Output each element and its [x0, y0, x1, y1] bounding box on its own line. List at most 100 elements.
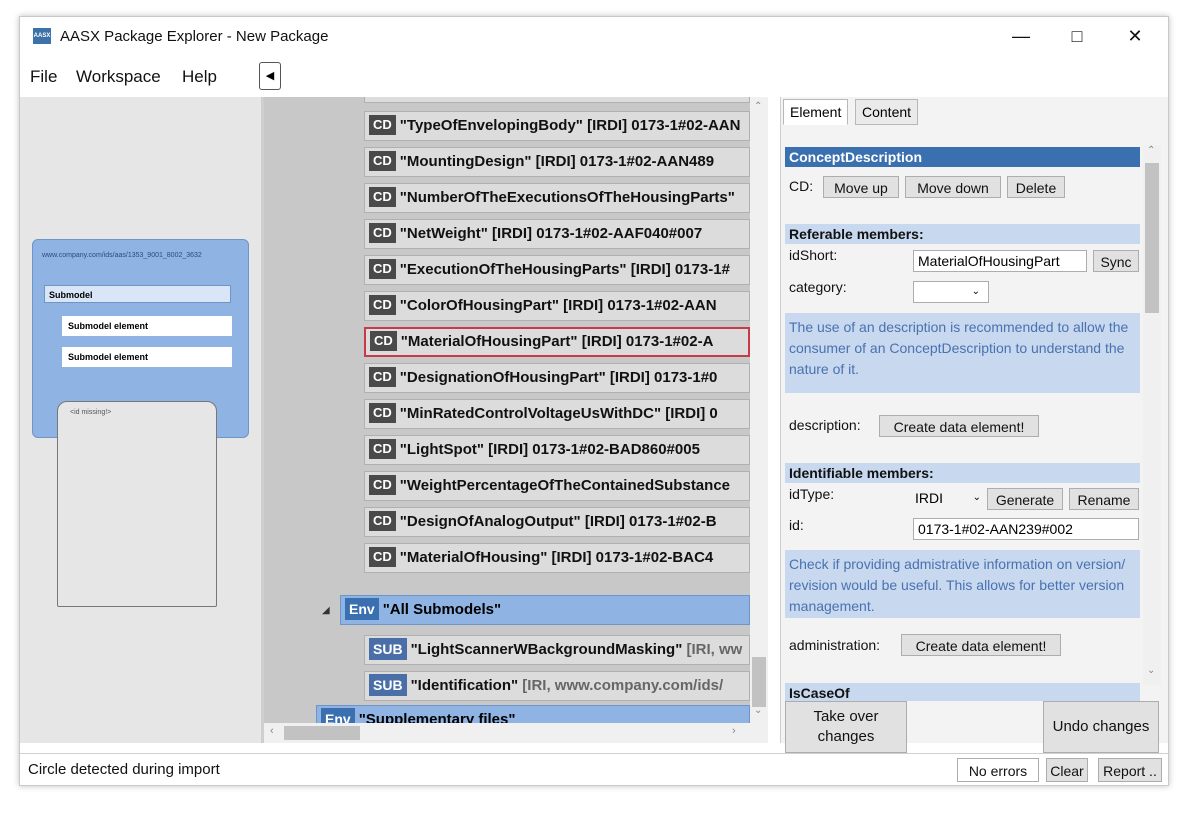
tree-item-concept-description-selected[interactable]: CD "MaterialOfHousingPart" [IRDI] 0173-1#…	[364, 327, 750, 357]
scroll-up-icon[interactable]: ⌃	[1147, 145, 1155, 156]
idshort-label: idShort:	[789, 247, 838, 263]
tree-item-detail: [IRI, ww	[686, 641, 743, 658]
tree-item-concept-description[interactable]: CD "TypeOfEnvelopingBody" [IRDI] 0173-1#0…	[364, 111, 750, 141]
expand-arrow-icon[interactable]: ◢	[322, 605, 330, 616]
generate-button[interactable]: Generate	[987, 488, 1063, 510]
idtype-select[interactable]: IRDI ⌄	[911, 488, 985, 510]
menu-bar: File Workspace Help	[20, 59, 1168, 91]
cd-tag: CD	[369, 115, 396, 136]
cd-label: CD:	[789, 178, 814, 194]
chevron-down-icon: ⌄	[971, 286, 980, 297]
move-up-button[interactable]: Move up	[823, 176, 899, 198]
undo-changes-button[interactable]: Undo changes	[1043, 701, 1159, 753]
sub-tag: SUB	[369, 674, 407, 697]
menu-help[interactable]: Help	[182, 67, 217, 87]
scroll-down-icon[interactable]: ⌄	[754, 705, 762, 716]
tree-item-label: "TypeOfEnvelopingBody" [IRDI] 0173-1#02-…	[399, 117, 741, 134]
category-select[interactable]: ⌄	[913, 281, 989, 303]
tree-item-concept-description[interactable]: CD "MaterialOfHousing" [IRDI] 0173-1#02-B…	[364, 543, 750, 573]
scroll-down-icon[interactable]: ⌄	[1147, 665, 1155, 676]
category-label: category:	[789, 279, 847, 295]
clear-button[interactable]: Clear	[1046, 758, 1088, 782]
iscaseof-header: IsCaseOf	[785, 683, 1140, 701]
tree-item-label: "MaterialOfHousingPart" [IRDI] 0173-1#02…	[400, 333, 714, 350]
submodel-element-box[interactable]: Submodel element	[62, 347, 232, 367]
tab-element[interactable]: Element	[783, 99, 849, 125]
tree-item-concept-description[interactable]: CD "MinRatedControlVoltageUsWithDC" [IRDI…	[364, 399, 750, 429]
report-button[interactable]: Report ..	[1098, 758, 1162, 782]
aas-visual-panel: www.company.com/ids/aas/1353_9001_8002_3…	[20, 97, 261, 743]
submodel-element-box[interactable]: Submodel element	[62, 316, 232, 336]
move-down-button[interactable]: Move down	[905, 176, 1001, 198]
tree-item-submodel[interactable]: SUB "Identification" [IRI, www.company.co…	[364, 671, 750, 701]
chevron-down-icon: ⌄	[972, 492, 981, 503]
cd-tag: CD	[369, 475, 396, 496]
idtype-label: idType:	[789, 486, 835, 502]
maximize-button[interactable]: □	[1054, 21, 1100, 51]
aas-url: www.company.com/ids/aas/1353_9001_8002_3…	[42, 252, 202, 259]
tree-item-partial[interactable]	[364, 97, 750, 103]
cd-tag: CD	[369, 295, 396, 316]
rename-button[interactable]: Rename	[1069, 488, 1139, 510]
status-bar: Circle detected during import No errors …	[20, 753, 1168, 785]
tree-item-label: "Identification"	[410, 677, 519, 694]
tree-item-label: "WeightPercentageOfTheContainedSubstance	[399, 477, 731, 494]
tree-item-concept-description[interactable]: CD "DesignationOfHousingPart" [IRDI] 0173…	[364, 363, 750, 393]
tree-item-label: "LightScannerWBackgroundMasking"	[410, 641, 683, 658]
id-field[interactable]: 0173-1#02-AAN239#002	[913, 518, 1139, 540]
sub-tag: SUB	[369, 638, 407, 661]
scroll-thumb[interactable]	[752, 657, 766, 707]
editor-vertical-scrollbar[interactable]: ⌃ ⌄	[1143, 145, 1161, 685]
tree-item-concept-description[interactable]: CD "MountingDesign" [IRDI] 0173-1#02-AAN4…	[364, 147, 750, 177]
package-tree: CD "TypeOfEnvelopingBody" [IRDI] 0173-1#0…	[264, 97, 750, 743]
tree-item-env-submodels[interactable]: Env "All Submodels"	[340, 595, 750, 625]
app-logo-icon: AASX	[33, 28, 51, 44]
tree-item-concept-description[interactable]: CD "ExecutionOfTheHousingParts" [IRDI] 01…	[364, 255, 750, 285]
idtype-value: IRDI	[915, 490, 943, 506]
tree-item-submodel[interactable]: SUB "LightScannerWBackgroundMasking" [IRI…	[364, 635, 750, 665]
tree-item-concept-description[interactable]: CD "DesignOfAnalogOutput" [IRDI] 0173-1#0…	[364, 507, 750, 537]
tree-item-label: "NetWeight" [IRDI] 0173-1#02-AAF040#007	[399, 225, 703, 242]
minimize-button[interactable]: —	[998, 21, 1044, 51]
tree-item-concept-description[interactable]: CD "WeightPercentageOfTheContainedSubstan…	[364, 471, 750, 501]
tree-item-concept-description[interactable]: CD "LightSpot" [IRDI] 0173-1#02-BAD860#00…	[364, 435, 750, 465]
cd-tag: CD	[369, 187, 396, 208]
asset-box[interactable]	[57, 401, 217, 607]
cd-tag: CD	[369, 223, 396, 244]
scroll-up-icon[interactable]: ⌃	[754, 101, 762, 112]
tab-content[interactable]: Content	[855, 99, 919, 125]
scroll-thumb[interactable]	[1145, 163, 1159, 313]
create-administration-button[interactable]: Create data element!	[901, 634, 1061, 656]
tree-vertical-scrollbar[interactable]: ⌃ ⌄	[750, 97, 768, 743]
title-bar: AASX AASX Package Explorer - New Package…	[20, 17, 1168, 55]
error-count: No errors	[957, 758, 1039, 782]
submodel-box[interactable]: Submodel	[44, 285, 231, 303]
tree-item-detail: [IRI, www.company.com/ids/	[522, 677, 724, 694]
tree-horizontal-scrollbar[interactable]: ‹ ›	[264, 723, 750, 743]
administration-label: administration:	[789, 637, 881, 653]
collapse-panel-button[interactable]: ◀	[259, 62, 281, 90]
tree-item-concept-description[interactable]: CD "NumberOfTheExecutionsOfTheHousingPart…	[364, 183, 750, 213]
hscroll-thumb[interactable]	[284, 726, 360, 740]
tree-item-label: "ColorOfHousingPart" [IRDI] 0173-1#02-AA…	[399, 297, 717, 314]
cd-tag: CD	[369, 367, 396, 388]
delete-button[interactable]: Delete	[1007, 176, 1065, 198]
tree-item-label: "LightSpot" [IRDI] 0173-1#02-BAD860#005	[399, 441, 700, 458]
sync-button[interactable]: Sync	[1093, 250, 1139, 272]
description-label: description:	[789, 417, 861, 433]
scroll-right-icon[interactable]: ›	[732, 725, 736, 737]
menu-workspace[interactable]: Workspace	[76, 67, 161, 87]
menu-file[interactable]: File	[30, 67, 57, 87]
idshort-field[interactable]: MaterialOfHousingPart	[913, 250, 1087, 272]
take-over-changes-button[interactable]: Take over changes	[785, 701, 907, 753]
tree-item-concept-description[interactable]: CD "ColorOfHousingPart" [IRDI] 0173-1#02-…	[364, 291, 750, 321]
tree-item-label: "ExecutionOfTheHousingParts" [IRDI] 0173…	[399, 261, 730, 278]
cd-tag: CD	[369, 547, 396, 568]
referable-members-header: Referable members:	[785, 224, 1140, 244]
tree-item-concept-description[interactable]: CD "NetWeight" [IRDI] 0173-1#02-AAF040#00…	[364, 219, 750, 249]
scroll-left-icon[interactable]: ‹	[270, 725, 274, 737]
cd-tag: CD	[370, 331, 397, 352]
create-description-button[interactable]: Create data element!	[879, 415, 1039, 437]
close-button[interactable]: ✕	[1112, 21, 1158, 51]
cd-tag: CD	[369, 439, 396, 460]
